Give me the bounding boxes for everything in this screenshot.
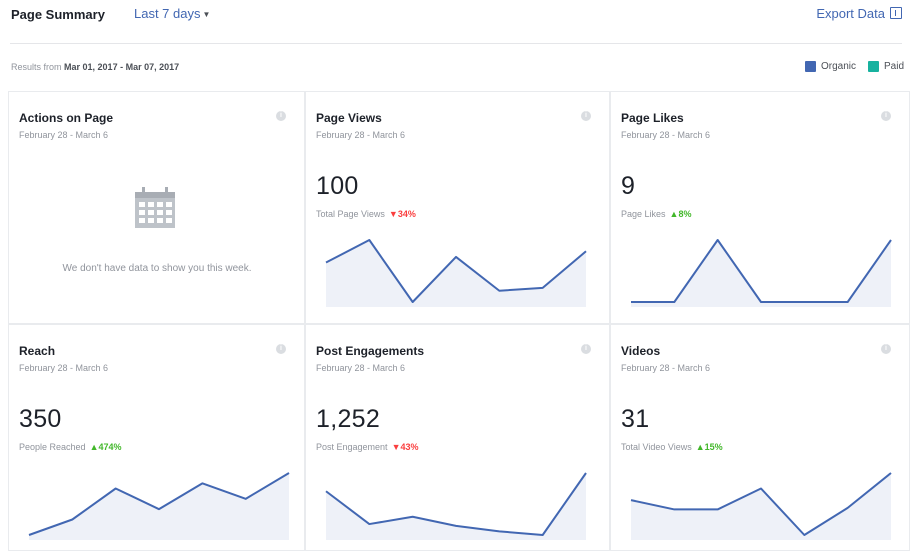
card-subtitle: People Reached ▲474% <box>19 442 122 452</box>
header-divider <box>10 43 902 44</box>
delta-up-badge: ▲15% <box>695 442 723 452</box>
export-icon <box>890 7 902 19</box>
card-date: February 28 - March 6 <box>621 363 711 373</box>
card-videos[interactable]: Videos February 28 - March 6 i 31 Total … <box>610 324 910 551</box>
delta-value: 474% <box>98 442 122 452</box>
card-sub-label: Page Likes <box>621 209 666 219</box>
delta-value: 34% <box>397 209 416 219</box>
card-value: 31 <box>621 405 650 433</box>
sparkline-area <box>326 240 586 307</box>
page-title: Page Summary <box>11 7 105 22</box>
page-summary-header: Page Summary Last 7 days ▼ Export Data <box>0 0 912 44</box>
card-date: February 28 - March 6 <box>19 130 109 140</box>
card-title: Actions on Page <box>19 111 114 125</box>
card-date: February 28 - March 6 <box>621 130 711 140</box>
delta-up-badge: ▲8% <box>669 209 692 219</box>
paid-swatch <box>867 61 879 72</box>
card-date: February 28 - March 6 <box>19 363 109 373</box>
sparkline-chart <box>325 239 587 307</box>
card-value: 350 <box>19 405 62 433</box>
card-page-likes[interactable]: Page Likes February 28 - March 6 i 9 Pag… <box>610 91 910 324</box>
delta-value: 15% <box>704 442 723 452</box>
organic-swatch <box>804 61 816 72</box>
results-range: Results from Mar 01, 2017 - Mar 07, 2017 <box>11 62 179 72</box>
results-date-range: Mar 01, 2017 - Mar 07, 2017 <box>64 62 180 72</box>
sparkline-chart <box>325 472 587 540</box>
calendar-icon <box>135 187 175 228</box>
card-sub-label: Total Video Views <box>621 442 692 452</box>
organic-label: Organic <box>820 61 856 72</box>
card-subtitle: Page Likes ▲8% <box>621 209 691 219</box>
card-value: 100 <box>316 172 359 200</box>
card-reach[interactable]: Reach February 28 - March 6 i 350 People… <box>8 324 305 551</box>
card-sub-label: People Reached <box>19 442 86 452</box>
sparkline-area <box>29 473 289 540</box>
info-icon[interactable]: i <box>881 111 891 121</box>
card-date: February 28 - March 6 <box>316 363 406 373</box>
delta-up-badge: ▲474% <box>89 442 122 452</box>
sparkline-chart <box>631 239 892 307</box>
delta-value: 43% <box>400 442 419 452</box>
delta-down-badge: ▼43% <box>391 442 419 452</box>
results-prefix: Results from <box>11 62 62 72</box>
sparkline-area <box>631 473 891 540</box>
card-post-engagements[interactable]: Post Engagements February 28 - March 6 i… <box>305 324 610 551</box>
card-title: Page Likes <box>621 111 684 125</box>
caret-down-icon: ▼ <box>202 10 211 19</box>
card-actions-on-page[interactable]: Actions on Page February 28 - March 6 i … <box>8 91 305 324</box>
info-icon[interactable]: i <box>581 111 591 121</box>
card-sub-label: Total Page Views <box>316 209 385 219</box>
card-title: Page Views <box>316 111 382 125</box>
legend: Organic Paid <box>793 61 904 72</box>
export-label: Export Data <box>816 6 885 21</box>
card-value: 9 <box>621 172 636 200</box>
delta-value: 8% <box>678 209 692 219</box>
card-subtitle: Total Video Views ▲15% <box>621 442 723 452</box>
card-page-views[interactable]: Page Views February 28 - March 6 i 100 T… <box>305 91 610 324</box>
card-sub-label: Post Engagement <box>316 442 388 452</box>
info-icon[interactable]: i <box>276 344 286 354</box>
card-date: February 28 - March 6 <box>316 130 406 140</box>
export-data-button[interactable]: Export Data <box>816 6 902 21</box>
card-title: Post Engagements <box>316 344 425 358</box>
info-icon[interactable]: i <box>276 111 286 121</box>
empty-message: We don't have data to show you this week… <box>62 263 252 274</box>
period-selector[interactable]: Last 7 days ▼ <box>134 6 210 21</box>
period-label: Last 7 days <box>134 6 201 21</box>
sparkline-line <box>631 239 892 303</box>
card-title: Reach <box>19 344 56 358</box>
delta-down-badge: ▼34% <box>388 209 416 219</box>
summary-card-grid: Actions on Page February 28 - March 6 i … <box>8 91 911 551</box>
info-icon[interactable]: i <box>581 344 591 354</box>
card-title: Videos <box>621 344 661 358</box>
card-subtitle: Post Engagement ▼43% <box>316 442 419 452</box>
sparkline-chart <box>630 472 892 540</box>
info-icon[interactable]: i <box>881 344 891 354</box>
sparkline-chart <box>28 472 290 540</box>
card-value: 1,252 <box>316 405 381 433</box>
paid-label: Paid <box>883 61 904 72</box>
card-subtitle: Total Page Views ▼34% <box>316 209 416 219</box>
